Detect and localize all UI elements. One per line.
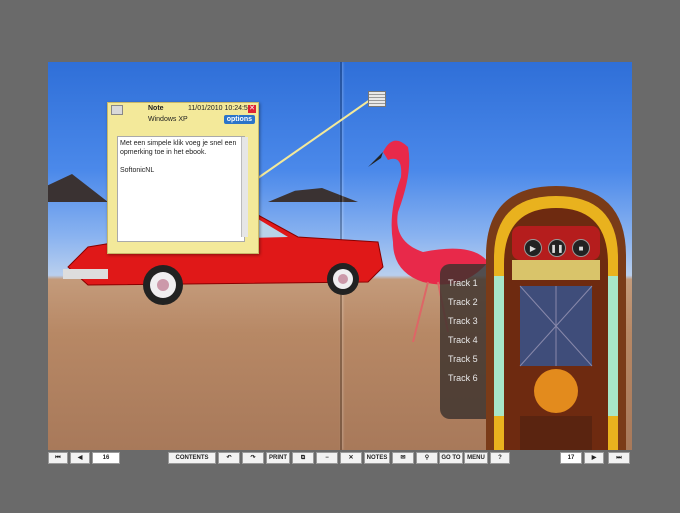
right-page-number[interactable]: 17	[560, 452, 582, 464]
search-icon[interactable]: ⚲	[416, 452, 438, 464]
contents-button[interactable]: CONTENTS	[168, 452, 216, 464]
left-page-number[interactable]: 16	[92, 452, 120, 464]
close-book-button[interactable]: ✕	[340, 452, 362, 464]
undo-button[interactable]: ↶	[218, 452, 240, 464]
last-page-button[interactable]: ⏭	[608, 452, 630, 464]
zoom-out-button[interactable]: −	[316, 452, 338, 464]
notes-button[interactable]: NOTES	[364, 452, 390, 464]
stop-button[interactable]: ■	[572, 239, 590, 257]
mail-icon[interactable]: ✉	[392, 452, 414, 464]
next-page-button[interactable]: ▶	[584, 452, 604, 464]
sticky-note[interactable]: Note 11/01/2010 10:24:55 ✕ Windows XP op…	[107, 102, 259, 254]
menu-button[interactable]: MENU	[464, 452, 488, 464]
prev-page-button[interactable]: ◀	[70, 452, 90, 464]
note-text: Met een simpele klik voeg je snel een op…	[120, 140, 237, 156]
note-title: Note	[148, 105, 164, 112]
note-icon	[111, 105, 123, 115]
print-button[interactable]: PRINT	[266, 452, 290, 464]
redo-button[interactable]: ↷	[242, 452, 264, 464]
note-scrollbar[interactable]	[241, 137, 248, 237]
copy-button[interactable]: ⧉	[292, 452, 314, 464]
note-author: Windows XP	[148, 116, 188, 123]
close-icon[interactable]: ✕	[248, 105, 256, 113]
goto-button[interactable]: GO TO	[439, 452, 463, 464]
jukebox-image	[486, 186, 626, 450]
first-page-button[interactable]: ⏮	[48, 452, 68, 464]
pause-button[interactable]: ❚❚	[548, 239, 566, 257]
note-signature: SoftonicNL	[120, 167, 155, 174]
note-header[interactable]: Note 11/01/2010 10:24:55 ✕	[108, 103, 258, 115]
help-button[interactable]: ?	[490, 452, 510, 464]
play-button[interactable]: ▶	[524, 239, 542, 257]
note-body-textarea[interactable]: Met een simpele klik voeg je snel een op…	[117, 136, 245, 242]
bottom-toolbar: ⏮ ◀ 16 CONTENTS ↶ ↷ PRINT ⧉ − ✕ NOTES ✉ …	[48, 452, 632, 464]
options-button[interactable]: options	[223, 115, 255, 124]
note-date: 11/01/2010 10:24:55	[188, 105, 252, 112]
note-marker-icon[interactable]	[368, 91, 386, 107]
